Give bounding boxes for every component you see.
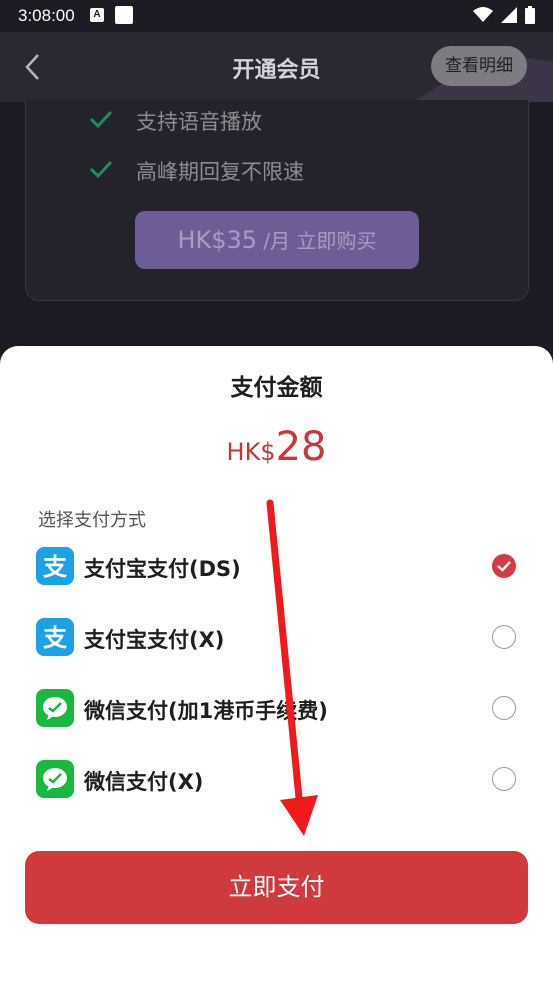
feature-item: 支持语音播放 <box>89 106 262 136</box>
payment-sheet: 支付金额 HK$28 选择支付方式 支 支付宝支付(DS) 支 支付宝支付(X)… <box>0 346 553 984</box>
wechat-icon <box>36 760 74 798</box>
method-label: 微信支付(加1港币手续费) <box>84 699 328 723</box>
check-icon <box>89 110 113 129</box>
buy-suffix: /月 立即购买 <box>263 229 377 253</box>
alipay-icon: 支 <box>36 618 74 656</box>
amount-value: 28 <box>275 424 327 470</box>
method-section-label: 选择支付方式 <box>38 510 146 531</box>
top-nav-bar: 开通会员 查看明细 <box>0 32 553 102</box>
notification-square-icon <box>115 6 133 24</box>
wechat-icon <box>36 689 74 727</box>
status-time: 3:08:00 <box>18 6 75 25</box>
svg-text:支: 支 <box>43 553 68 581</box>
signal-icon <box>501 7 517 23</box>
method-label: 微信支付(X) <box>84 770 204 794</box>
payment-method-wechat-fee[interactable]: 微信支付(加1港币手续费) <box>36 689 526 729</box>
radio-unchecked-icon[interactable] <box>492 625 516 649</box>
view-details-button[interactable]: 查看明细 <box>431 46 527 86</box>
amount-currency: HK$ <box>226 438 276 466</box>
svg-text:支: 支 <box>43 624 68 652</box>
method-label: 支付宝支付(X) <box>84 628 225 652</box>
feature-item: 高峰期回复不限速 <box>89 156 304 186</box>
buy-price: HK$35 <box>177 226 258 254</box>
wifi-icon <box>473 7 493 22</box>
notification-a-icon: A <box>90 8 104 22</box>
status-icons <box>473 6 535 24</box>
feature-label: 高峰期回复不限速 <box>136 160 304 184</box>
method-label: 支付宝支付(DS) <box>84 557 241 581</box>
sheet-title: 支付金额 <box>230 375 323 401</box>
radio-unchecked-icon[interactable] <box>492 767 516 791</box>
status-bar: 3:08:00 A <box>0 0 553 32</box>
payment-amount: HK$28 <box>0 424 553 470</box>
pay-now-button[interactable]: 立即支付 <box>25 851 528 924</box>
payment-method-alipay-x[interactable]: 支 支付宝支付(X) <box>36 618 526 658</box>
check-icon <box>89 160 113 179</box>
battery-icon <box>525 6 535 24</box>
payment-method-wechat-x[interactable]: 微信支付(X) <box>36 760 526 800</box>
alipay-icon: 支 <box>36 547 74 585</box>
feature-label: 支持语音播放 <box>136 110 262 134</box>
membership-card: 支持语音播放 高峰期回复不限速 HK$35 /月 立即购买 <box>25 100 529 301</box>
radio-unchecked-icon[interactable] <box>492 696 516 720</box>
payment-method-alipay-ds[interactable]: 支 支付宝支付(DS) <box>36 547 526 587</box>
radio-checked-icon[interactable] <box>492 554 516 578</box>
buy-now-button[interactable]: HK$35 /月 立即购买 <box>135 211 419 269</box>
